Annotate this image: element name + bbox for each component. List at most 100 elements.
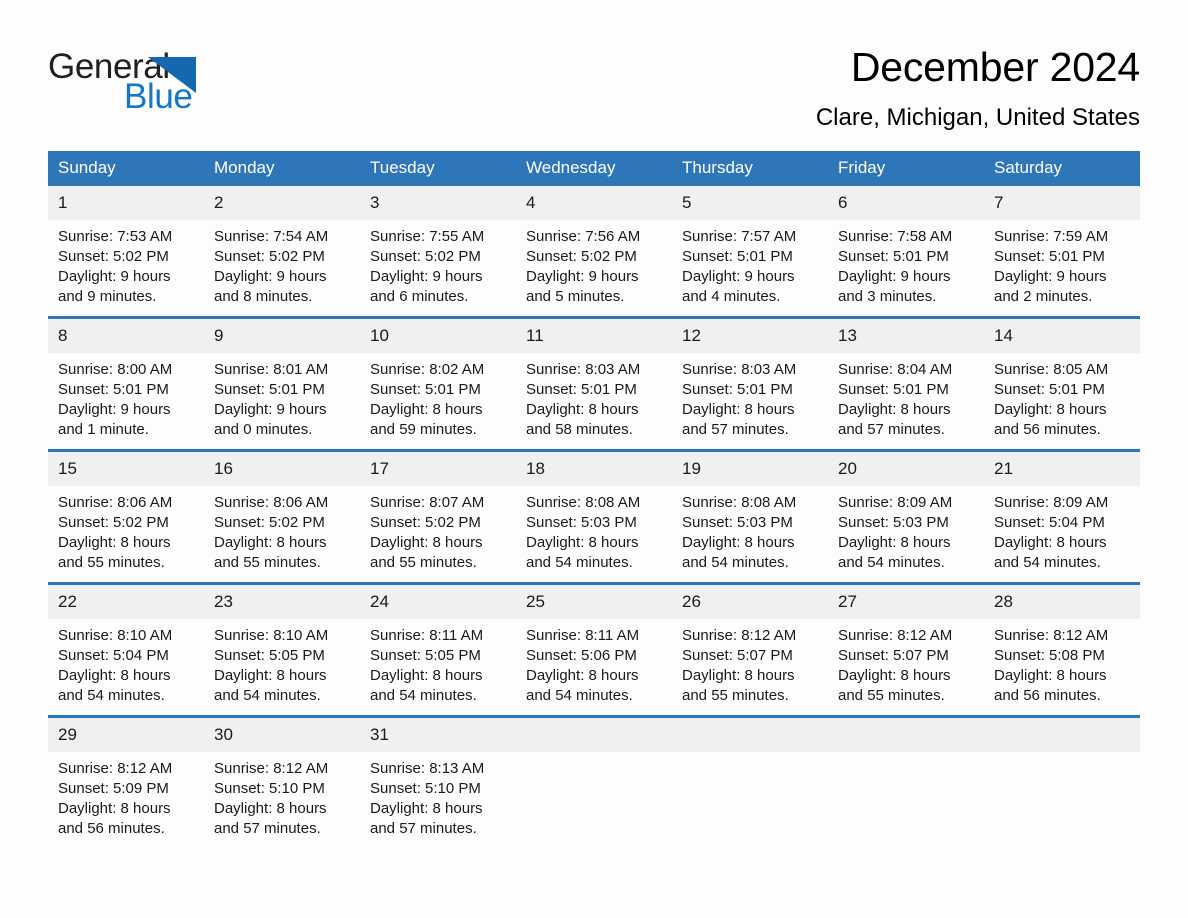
sunrise-text: Sunrise: 8:09 AM — [994, 493, 1109, 511]
calendar-day-cell[interactable]: 17 Sunrise: 8:07 AM Sunset: 5:02 PM Dayligh… — [360, 448, 516, 584]
calendar-day-cell[interactable]: 21 Sunrise: 8:09 AM Sunset: 5:04 PM Dayligh… — [984, 448, 1140, 584]
daylight-text-line2: and 57 minutes. — [682, 420, 789, 438]
sunrise-text: Sunrise: 8:04 AM — [838, 360, 953, 378]
calendar-day-cell[interactable]: 2 Sunrise: 7:54 AM Sunset: 5:02 PM Daylight… — [204, 185, 360, 318]
calendar-day-cell[interactable]: 28 Sunrise: 8:12 AM Sunset: 5:08 PM Dayligh… — [984, 581, 1140, 717]
calendar-day-cell[interactable]: 1 Sunrise: 7:53 AM Sunset: 5:02 PM Daylight… — [48, 185, 204, 318]
sunrise-text: Sunrise: 8:12 AM — [838, 626, 953, 644]
sun-details: Sunrise: 8:11 AM Sunset: 5:05 PM Daylight:… — [360, 619, 516, 706]
day-number: 18 — [516, 451, 672, 486]
daylight-text-line2: and 57 minutes. — [370, 819, 477, 837]
sun-details: Sunrise: 8:06 AM Sunset: 5:02 PM Daylight:… — [204, 486, 360, 573]
calendar-table: Sunday Monday Tuesday Wednesday Thursday… — [48, 151, 1140, 848]
day-cell-body: Sunrise: 8:13 AM Sunset: 5:10 PM Daylight:… — [360, 752, 516, 848]
calendar-day-cell[interactable]: 22 Sunrise: 8:10 AM Sunset: 5:04 PM Dayligh… — [48, 581, 204, 717]
sunset-text: Sunset: 5:02 PM — [214, 247, 325, 265]
calendar-week-row: 8 Sunrise: 8:00 AM Sunset: 5:01 PM Daylight… — [48, 315, 1140, 451]
day-cell-body — [984, 752, 1140, 848]
day-cell-body: Sunrise: 8:01 AM Sunset: 5:01 PM Daylight:… — [204, 353, 360, 449]
day-number: 2 — [204, 185, 360, 220]
calendar-day-cell[interactable]: 16 Sunrise: 8:06 AM Sunset: 5:02 PM Dayligh… — [204, 448, 360, 584]
day-number — [828, 717, 984, 752]
day-cell-content — [516, 717, 672, 848]
calendar-day-cell[interactable]: 12 Sunrise: 8:03 AM Sunset: 5:01 PM Dayligh… — [672, 315, 828, 451]
day-cell-content: 2 Sunrise: 7:54 AM Sunset: 5:02 PM Daylight… — [204, 185, 360, 316]
sunset-text: Sunset: 5:04 PM — [994, 513, 1105, 531]
sunset-text: Sunset: 5:01 PM — [838, 247, 949, 265]
daylight-text-line2: and 58 minutes. — [526, 420, 633, 438]
calendar-day-cell[interactable]: 3 Sunrise: 7:55 AM Sunset: 5:02 PM Daylight… — [360, 185, 516, 318]
sun-details: Sunrise: 7:54 AM Sunset: 5:02 PM Daylight:… — [204, 220, 360, 307]
calendar-day-cell[interactable]: 14 Sunrise: 8:05 AM Sunset: 5:01 PM Dayligh… — [984, 315, 1140, 451]
sun-details: Sunrise: 7:58 AM Sunset: 5:01 PM Daylight:… — [828, 220, 984, 307]
calendar-day-cell[interactable]: 9 Sunrise: 8:01 AM Sunset: 5:01 PM Daylight… — [204, 315, 360, 451]
weekday-header-friday: Friday — [828, 151, 984, 186]
day-cell-content: 29 Sunrise: 8:12 AM Sunset: 5:09 PM Dayligh… — [48, 717, 204, 848]
sunset-text: Sunset: 5:05 PM — [214, 646, 325, 664]
calendar-week-row: 1 Sunrise: 7:53 AM Sunset: 5:02 PM Daylight… — [48, 185, 1140, 318]
daylight-text-line2: and 0 minutes. — [214, 420, 313, 438]
daylight-text-line2: and 55 minutes. — [214, 553, 321, 571]
daylight-text-line1: Daylight: 8 hours — [526, 666, 639, 684]
sunrise-text: Sunrise: 8:03 AM — [682, 360, 797, 378]
day-cell-body: Sunrise: 8:09 AM Sunset: 5:03 PM Daylight:… — [828, 486, 984, 582]
day-cell-content: 28 Sunrise: 8:12 AM Sunset: 5:08 PM Dayligh… — [984, 584, 1140, 715]
daylight-text-line1: Daylight: 8 hours — [682, 666, 795, 684]
calendar-day-cell[interactable]: 13 Sunrise: 8:04 AM Sunset: 5:01 PM Dayligh… — [828, 315, 984, 451]
sun-details: Sunrise: 7:59 AM Sunset: 5:01 PM Daylight:… — [984, 220, 1140, 307]
calendar-day-cell[interactable]: 30 Sunrise: 8:12 AM Sunset: 5:10 PM Dayligh… — [204, 714, 360, 848]
calendar-day-cell[interactable]: 8 Sunrise: 8:00 AM Sunset: 5:01 PM Daylight… — [48, 315, 204, 451]
calendar-empty-cell — [828, 714, 984, 848]
day-cell-body — [828, 752, 984, 848]
daylight-text-line2: and 57 minutes. — [838, 420, 945, 438]
sun-details: Sunrise: 8:11 AM Sunset: 5:06 PM Daylight:… — [516, 619, 672, 706]
sunset-text: Sunset: 5:07 PM — [682, 646, 793, 664]
day-number: 24 — [360, 584, 516, 619]
sunrise-text: Sunrise: 8:10 AM — [214, 626, 329, 644]
calendar-day-cell[interactable]: 4 Sunrise: 7:56 AM Sunset: 5:02 PM Daylight… — [516, 185, 672, 318]
page-title: December 2024 — [850, 44, 1140, 90]
calendar-day-cell[interactable]: 18 Sunrise: 8:08 AM Sunset: 5:03 PM Dayligh… — [516, 448, 672, 584]
sunset-text: Sunset: 5:02 PM — [370, 513, 481, 531]
calendar-day-cell[interactable]: 20 Sunrise: 8:09 AM Sunset: 5:03 PM Dayligh… — [828, 448, 984, 584]
calendar-day-cell[interactable]: 5 Sunrise: 7:57 AM Sunset: 5:01 PM Daylight… — [672, 185, 828, 318]
day-cell-body: Sunrise: 8:05 AM Sunset: 5:01 PM Daylight:… — [984, 353, 1140, 449]
calendar-day-cell[interactable]: 26 Sunrise: 8:12 AM Sunset: 5:07 PM Dayligh… — [672, 581, 828, 717]
calendar-day-cell[interactable]: 24 Sunrise: 8:11 AM Sunset: 5:05 PM Dayligh… — [360, 581, 516, 717]
calendar-header-row: Sunday Monday Tuesday Wednesday Thursday… — [48, 151, 1140, 186]
day-cell-body: Sunrise: 7:58 AM Sunset: 5:01 PM Daylight:… — [828, 220, 984, 316]
sun-details: Sunrise: 8:08 AM Sunset: 5:03 PM Daylight:… — [672, 486, 828, 573]
calendar-body: 1 Sunrise: 7:53 AM Sunset: 5:02 PM Daylight… — [48, 185, 1140, 848]
brand-logo[interactable]: General Blue — [48, 46, 228, 120]
sun-details: Sunrise: 8:03 AM Sunset: 5:01 PM Daylight:… — [516, 353, 672, 440]
day-cell-content — [672, 717, 828, 848]
calendar-day-cell[interactable]: 29 Sunrise: 8:12 AM Sunset: 5:09 PM Dayligh… — [48, 714, 204, 848]
calendar-day-cell[interactable]: 27 Sunrise: 8:12 AM Sunset: 5:07 PM Dayligh… — [828, 581, 984, 717]
sun-details: Sunrise: 8:02 AM Sunset: 5:01 PM Daylight:… — [360, 353, 516, 440]
sunset-text: Sunset: 5:10 PM — [370, 779, 481, 797]
day-cell-body: Sunrise: 8:06 AM Sunset: 5:02 PM Daylight:… — [48, 486, 204, 582]
calendar-day-cell[interactable]: 11 Sunrise: 8:03 AM Sunset: 5:01 PM Dayligh… — [516, 315, 672, 451]
day-number: 21 — [984, 451, 1140, 486]
calendar-day-cell[interactable]: 25 Sunrise: 8:11 AM Sunset: 5:06 PM Dayligh… — [516, 581, 672, 717]
daylight-text-line2: and 56 minutes. — [994, 420, 1101, 438]
sunrise-text: Sunrise: 8:12 AM — [58, 759, 173, 777]
daylight-text-line2: and 2 minutes. — [994, 287, 1093, 305]
calendar-empty-cell — [672, 714, 828, 848]
calendar-day-cell[interactable]: 19 Sunrise: 8:08 AM Sunset: 5:03 PM Dayligh… — [672, 448, 828, 584]
day-number: 7 — [984, 185, 1140, 220]
calendar-day-cell[interactable]: 7 Sunrise: 7:59 AM Sunset: 5:01 PM Daylight… — [984, 185, 1140, 318]
calendar-day-cell[interactable]: 31 Sunrise: 8:13 AM Sunset: 5:10 PM Dayligh… — [360, 714, 516, 848]
daylight-text-line1: Daylight: 8 hours — [370, 400, 483, 418]
calendar-day-cell[interactable]: 23 Sunrise: 8:10 AM Sunset: 5:05 PM Dayligh… — [204, 581, 360, 717]
calendar-day-cell[interactable]: 6 Sunrise: 7:58 AM Sunset: 5:01 PM Daylight… — [828, 185, 984, 318]
sunset-text: Sunset: 5:07 PM — [838, 646, 949, 664]
sunset-text: Sunset: 5:02 PM — [526, 247, 637, 265]
daylight-text-line1: Daylight: 9 hours — [58, 267, 171, 285]
sun-details: Sunrise: 8:12 AM Sunset: 5:07 PM Daylight:… — [828, 619, 984, 706]
day-cell-content: 14 Sunrise: 8:05 AM Sunset: 5:01 PM Dayligh… — [984, 318, 1140, 449]
calendar-day-cell[interactable]: 10 Sunrise: 8:02 AM Sunset: 5:01 PM Dayligh… — [360, 315, 516, 451]
calendar-day-cell[interactable]: 15 Sunrise: 8:06 AM Sunset: 5:02 PM Dayligh… — [48, 448, 204, 584]
weekday-header-sunday: Sunday — [48, 151, 204, 186]
day-number: 23 — [204, 584, 360, 619]
